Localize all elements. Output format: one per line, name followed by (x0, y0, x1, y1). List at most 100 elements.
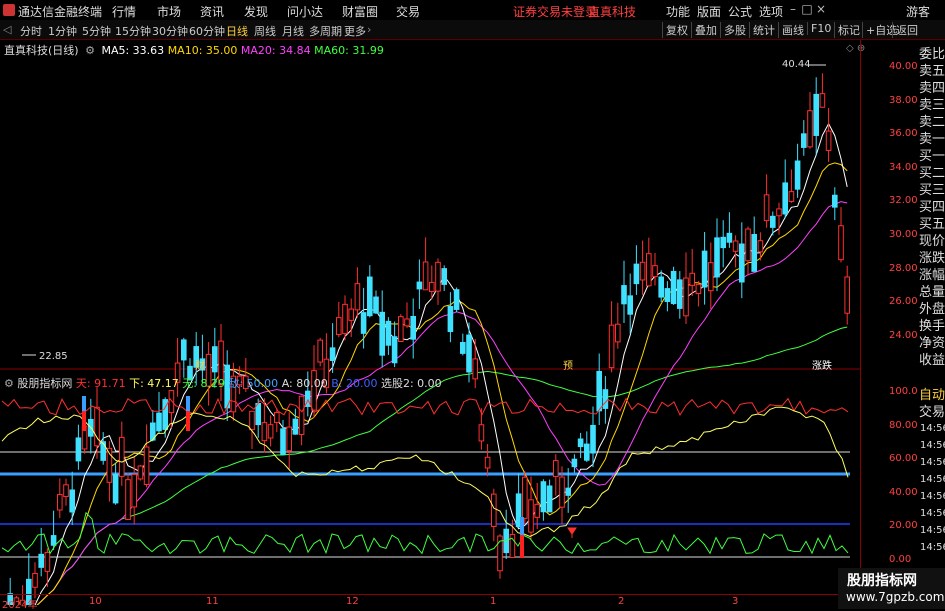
menu-news[interactable]: 资讯 (200, 3, 224, 20)
btn-overlay[interactable]: 叠加 (691, 22, 720, 38)
period-weekly[interactable]: 周线 (254, 23, 276, 39)
indicator-value-b: B: 20.00 (331, 377, 378, 390)
tick-time: 14:56 (920, 474, 945, 485)
candle-body (670, 270, 677, 305)
candle-body (50, 535, 57, 546)
candle-body (286, 426, 292, 452)
menu-layout[interactable]: 版面 (697, 3, 721, 20)
ind-y-tick: 20.00 (889, 520, 918, 531)
indicator-value-select: 选股2: 0.00 (380, 377, 442, 390)
btn-back[interactable]: 返回 (892, 22, 921, 38)
candle-body (608, 324, 615, 369)
menu-ask[interactable]: 问小达 (287, 3, 323, 20)
close-icon[interactable]: × (814, 2, 828, 16)
toolbar-arrow-icon[interactable]: ◁ (3, 23, 11, 36)
indicator-tian-line (1, 397, 849, 417)
btn-statistics[interactable]: 统计 (749, 22, 778, 38)
chart-gridlines (0, 368, 860, 558)
period-30min[interactable]: 30分钟 (152, 23, 188, 39)
guest-label[interactable]: 游客 (906, 3, 930, 20)
candlestick-series (7, 73, 851, 605)
candle-body (832, 194, 838, 208)
period-toolbar: ◁ 分时 1分钟 5分钟 15分钟 30分钟 60分钟 日线 周线 月线 多周期… (0, 20, 945, 40)
signal-bar-red (520, 535, 524, 558)
candle-body (732, 240, 739, 252)
y-tick: 34.00 (889, 162, 918, 173)
candle-body (32, 573, 38, 588)
current-stock-name: 直真科技 (588, 5, 637, 19)
candle-body (825, 130, 832, 151)
more-chevron-icon[interactable]: › (367, 23, 371, 36)
period-timeshare[interactable]: 分时 (20, 23, 42, 39)
btn-mark[interactable]: 标记 (834, 22, 863, 38)
app-logo-icon (3, 4, 15, 16)
tick-time-list: 14:56 14:56 14:56 14:56 14:56 14:56 14:5… (920, 420, 945, 556)
btn-adjust[interactable]: 复权 (662, 22, 691, 38)
candle-body (267, 424, 274, 439)
candle-body (404, 318, 410, 327)
y-tick: 30.00 (889, 229, 918, 240)
btn-multi-stock[interactable]: 多股 (720, 22, 749, 38)
candle-body (639, 261, 646, 281)
marker-rise-fall[interactable]: 涨跌 (812, 359, 832, 372)
candle-body (274, 412, 280, 423)
period-daily[interactable]: 日线 (226, 23, 248, 39)
title-bar: 通达信金融终端 行情 市场 资讯 发现 问小达 财富圈 交易 证券交易未登录 直… (0, 0, 945, 21)
candle-body (813, 93, 820, 136)
candle-body (540, 481, 547, 513)
candle-body (143, 446, 150, 485)
chart-canvas[interactable]: 40.44 22.85 财 预 涨跌 (0, 40, 860, 605)
side-label: 收益 (919, 353, 945, 368)
marker-forecast[interactable]: 预 (563, 360, 573, 372)
candle-body (112, 474, 119, 504)
candle-body (757, 240, 764, 253)
period-monthly[interactable]: 月线 (282, 23, 304, 39)
candle-body (119, 436, 125, 477)
maximize-icon[interactable]: □ (800, 2, 814, 16)
period-15min[interactable]: 15分钟 (115, 23, 151, 39)
menu-function[interactable]: 功能 (666, 3, 690, 20)
menu-wealth[interactable]: 财富圈 (342, 3, 378, 20)
indicator-gear-icon[interactable]: ⚙ (4, 377, 14, 390)
menu-market-quotes[interactable]: 行情 (112, 3, 136, 20)
candle-body (453, 289, 460, 310)
candle-body (181, 339, 187, 361)
ind-y-tick: 80.00 (889, 420, 918, 431)
minimize-icon[interactable]: – (786, 2, 800, 16)
app-title: 通达信金融终端 (18, 5, 103, 19)
menu-options[interactable]: 选项 (759, 3, 783, 20)
y-tick: 28.00 (889, 263, 918, 274)
stock-chart-name: 直真科技(日线) (4, 44, 79, 57)
login-status[interactable]: 证券交易未登录 (513, 3, 597, 20)
candle-body (491, 493, 497, 527)
price-high-label: 40.44 (782, 59, 811, 70)
menu-market[interactable]: 市场 (157, 3, 181, 20)
btn-f10[interactable]: F10 (807, 22, 834, 35)
period-60min[interactable]: 60分钟 (189, 23, 225, 39)
period-more[interactable]: 更多 (344, 23, 366, 39)
menu-formula[interactable]: 公式 (728, 3, 752, 20)
candle-body (484, 456, 491, 469)
marker-finance[interactable]: 财 (195, 359, 205, 372)
y-tick: 32.00 (889, 195, 918, 206)
candle-body (590, 424, 596, 454)
tick-time: 14:56 (920, 491, 945, 502)
candle-body (794, 160, 801, 190)
candle-body (677, 279, 683, 309)
btn-draw[interactable]: 画线 (778, 22, 807, 38)
candle-body (100, 441, 107, 461)
candle-body (422, 261, 429, 291)
y-tick: 38.00 (889, 95, 918, 106)
period-5min[interactable]: 5分钟 (82, 23, 111, 39)
period-multi[interactable]: 多周期 (309, 23, 342, 39)
trade-label[interactable]: 交易 (919, 401, 945, 420)
candle-body (410, 315, 416, 340)
menu-trade[interactable]: 交易 (396, 3, 420, 20)
candle-body (131, 473, 137, 508)
candle-body (75, 437, 82, 462)
menu-discover[interactable]: 发现 (244, 3, 268, 20)
settings-gear-icon[interactable]: ⚙ (85, 44, 95, 57)
period-1min[interactable]: 1分钟 (48, 23, 77, 39)
candle-body (615, 323, 621, 343)
candle-body (261, 422, 268, 442)
